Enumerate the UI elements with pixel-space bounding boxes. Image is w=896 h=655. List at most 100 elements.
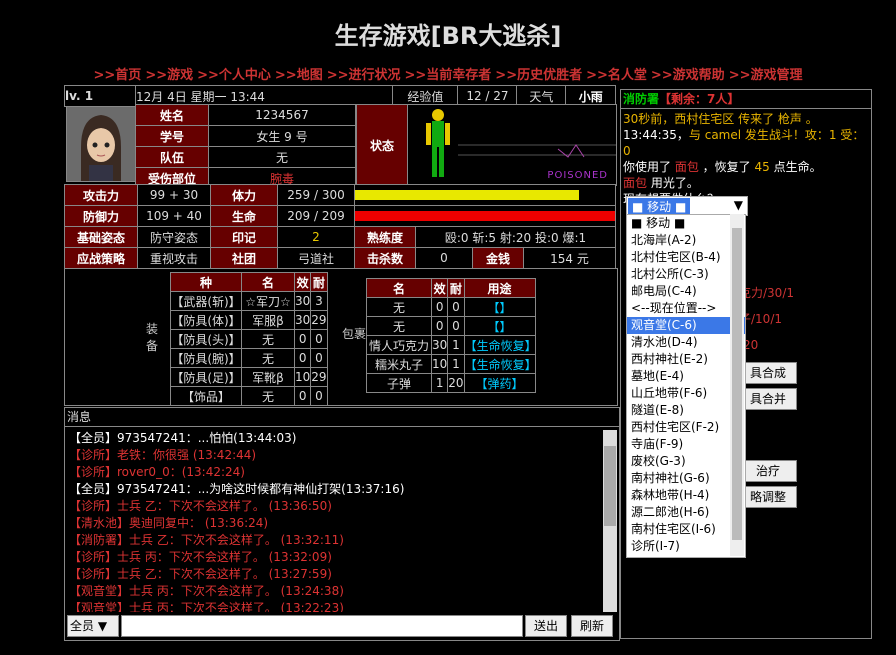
message-input[interactable] (121, 615, 523, 637)
team-label: 队伍 (135, 146, 209, 168)
option-item[interactable]: 山丘地带(F-6) (627, 385, 745, 402)
partial-text: 子/10/1 (739, 312, 782, 326)
table-cell: 0 (430, 316, 449, 336)
option-item[interactable]: 北海岸(A-2) (627, 232, 745, 249)
option-item[interactable]: 观音堂(C-6) (627, 317, 745, 334)
kills-value: 0 (415, 247, 473, 269)
option-item[interactable]: 西村神社(E-2) (627, 351, 745, 368)
log-segment: 你使用了 (623, 160, 675, 174)
chevron-down-icon: ▼ (733, 198, 743, 212)
option-item[interactable]: 北村公所(C-3) (627, 266, 745, 283)
strategy-value: 重视攻击 (137, 247, 211, 269)
log-segment: 面包 (674, 160, 699, 174)
option-item[interactable]: 南村神社(G-6) (627, 470, 745, 487)
message-panel: 消息 【全员】973547241：...怕怕(13:44:03) 【诊所】老铁：你… (64, 407, 620, 641)
table-header: 效 (293, 272, 312, 292)
body-status: POISONED (407, 104, 617, 186)
nav-link[interactable]: >>地图 (275, 68, 323, 83)
option-item[interactable]: 源二郎池(H-6) (627, 504, 745, 521)
option-item[interactable]: 北村住宅区(B-4) (627, 249, 745, 266)
nav-link[interactable]: >>当前幸存者 (405, 68, 492, 83)
table-cell: 无 (241, 329, 295, 349)
nav-link[interactable]: >>游戏 (145, 68, 193, 83)
action-select[interactable]: ■ 移动 ■ ▼ (626, 196, 748, 216)
stats-table: 攻击力 99 + 30 体力 259 / 300 防御力 109 + 40 生命… (64, 184, 616, 269)
skill-value: 殴:0 斩:5 射:20 投:0 爆:1 (415, 226, 616, 248)
option-item[interactable]: 西村住宅区(F-2) (627, 419, 745, 436)
action-button[interactable]: 具合并 (739, 388, 797, 410)
option-item[interactable]: 诊所(I-7) (627, 538, 745, 555)
table-cell: 0 (293, 348, 312, 368)
action-button[interactable]: 略调整 (739, 486, 797, 508)
profile-table: 姓名 1234567 学号 女生 9 号 队伍无 受伤部位 腕毒 (135, 104, 356, 189)
nav-link[interactable]: >>游戏管理 (729, 68, 803, 83)
nav-link[interactable]: >>名人堂 (586, 68, 647, 83)
message-item: 【消防署】士兵 乙：下次不会这样了。 (13:32:11) (69, 533, 344, 547)
table-cell: ☆军刀☆ (241, 291, 295, 311)
table-cell: 【弹药】 (463, 373, 536, 393)
nav-link[interactable]: >>首页 (94, 68, 142, 83)
id-value: 女生 9 号 (208, 125, 356, 147)
channel-value: 全员 (70, 619, 95, 633)
options-scrollbar[interactable] (730, 214, 744, 556)
log-segment: ，恢复了 (698, 160, 755, 174)
option-item[interactable]: 清水池(D-4) (627, 334, 745, 351)
table-cell: 20 (447, 373, 465, 393)
stance-label: 基础姿态 (64, 226, 138, 248)
nav-link[interactable]: >>个人中心 (197, 68, 271, 83)
option-item[interactable]: 森林地带(H-4) (627, 487, 745, 504)
chevron-down-icon: ▼ (97, 619, 108, 633)
table-cell: 无 (366, 297, 432, 317)
table-cell: 30 (293, 291, 312, 311)
option-item[interactable]: 隧道(E-8) (627, 402, 745, 419)
avatar (66, 106, 136, 182)
action-button[interactable]: 治疗 (739, 460, 797, 482)
money-label: 金钱 (472, 247, 524, 269)
table-cell: 【】 (463, 297, 536, 317)
option-item[interactable]: 墓地(E-4) (627, 368, 745, 385)
life-label: 生命 (210, 205, 278, 227)
mark-label: 印记 (210, 226, 278, 248)
nav-link[interactable]: >>历史优胜者 (495, 68, 582, 83)
atk-label: 攻击力 (64, 184, 138, 206)
option-item[interactable]: 南村住宅区(I-6) (627, 521, 745, 538)
channel-select[interactable]: 全员 ▼ (67, 615, 119, 637)
action-button[interactable]: 具合成 (739, 362, 797, 384)
log-segment: 45 (754, 160, 770, 174)
table-cell: 30 (293, 310, 312, 330)
table-row: 子弹 1 20 【弹药】 (366, 373, 536, 393)
table-cell: 【饰品】 (170, 386, 242, 406)
table-header: 种 (170, 272, 242, 292)
send-button[interactable]: 送出 (525, 615, 567, 637)
option-item[interactable]: <--现在位置--> (627, 300, 745, 317)
log-line: 你使用了 面包 ，恢复了 45 点生命。 (623, 159, 869, 175)
option-item[interactable]: 废校(G-3) (627, 453, 745, 470)
stance-value: 防守姿态 (137, 226, 211, 248)
table-cell: 1 (447, 335, 465, 355)
table-cell: 3 (310, 291, 328, 311)
table-cell: 【防具(体)】 (170, 310, 242, 330)
option-item[interactable]: 邮电局(C-4) (627, 283, 745, 300)
club-value: 弓道社 (277, 247, 355, 269)
state-label: 状态 (356, 104, 408, 186)
stamina-bar (355, 190, 579, 200)
refresh-button[interactable]: 刷新 (571, 615, 613, 637)
table-row: 无 0 0 【】 (366, 297, 536, 317)
table-cell: 无 (241, 386, 295, 406)
nav-link[interactable]: >>进行状况 (327, 68, 401, 83)
nav-link[interactable]: >>游戏帮助 (651, 68, 725, 83)
message-item: 【诊所】士兵 乙：下次不会这样了。 (13:27:59) (69, 567, 332, 581)
partial-text: /20 (739, 338, 759, 352)
table-header: 耐 (447, 278, 465, 298)
table-cell: 【防具(腕)】 (170, 348, 242, 368)
message-item: 【诊所】rover0_0：(13:42:24) (69, 465, 245, 479)
table-cell: 29 (310, 310, 328, 330)
table-cell: 1 (430, 373, 449, 393)
message-scrollbar[interactable] (603, 430, 617, 612)
table-row: 情人巧克力 30 1 【生命恢复】 (366, 335, 537, 355)
equip-label: 装备 (146, 322, 159, 353)
option-item[interactable]: ■ 移动 ■ (627, 215, 745, 232)
log-segment: 面包 (623, 176, 648, 190)
message-item: 【观音堂】士兵 丙：下次不会这样了。 (13:22:23) (69, 601, 344, 612)
option-item[interactable]: 寺庙(F-9) (627, 436, 745, 453)
